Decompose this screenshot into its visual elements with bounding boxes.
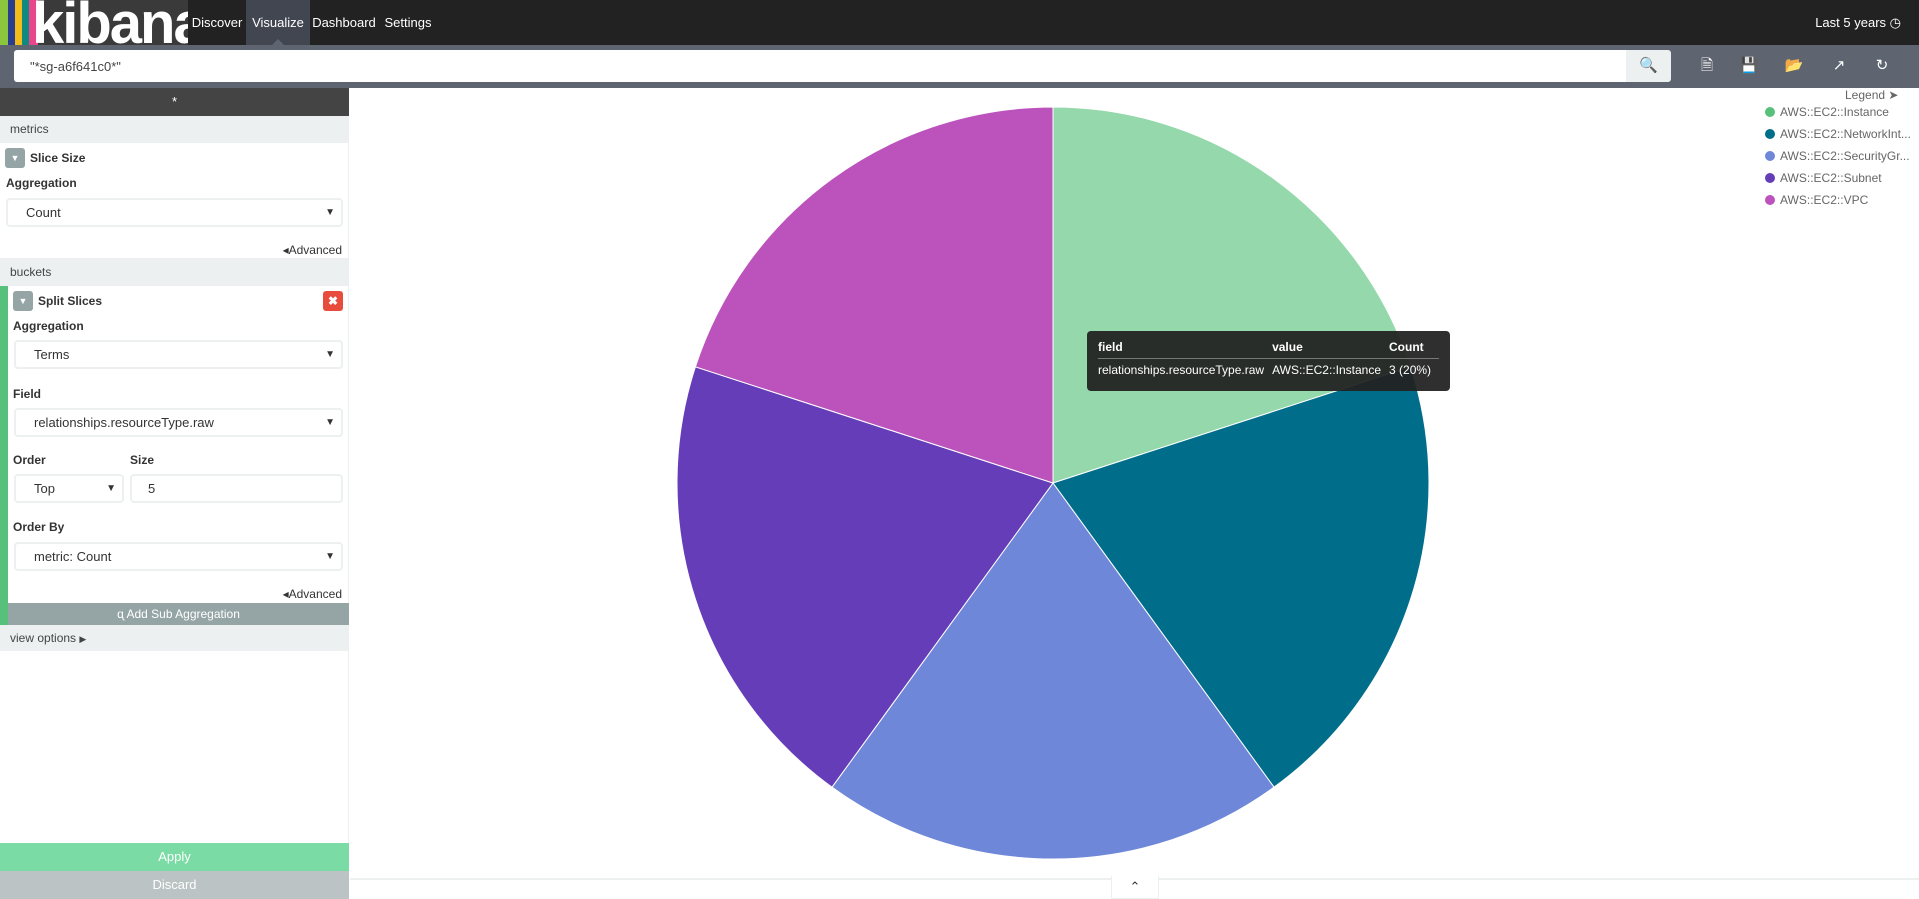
legend-swatch-icon xyxy=(1765,129,1775,139)
legend-item[interactable]: AWS::EC2::Subnet xyxy=(1765,171,1882,185)
legend-item[interactable]: AWS::EC2::NetworkInt... xyxy=(1765,127,1911,141)
spy-toggle-button[interactable]: ⌃ xyxy=(1111,876,1159,899)
chart-tooltip: field value Count relationships.resourceTy… xyxy=(1087,331,1450,391)
tooltip-header-field: field xyxy=(1098,340,1273,359)
pie-chart xyxy=(676,106,1430,860)
legend-label: AWS::EC2::Instance xyxy=(1780,105,1889,119)
legend-item[interactable]: AWS::EC2::Instance xyxy=(1765,105,1889,119)
legend-swatch-icon xyxy=(1765,195,1775,205)
tooltip-header-count: Count xyxy=(1389,340,1440,359)
tooltip-count: 3 (20%) xyxy=(1389,363,1432,377)
legend-label: AWS::EC2::SecurityGr... xyxy=(1780,149,1910,163)
legend-label: AWS::EC2::NetworkInt... xyxy=(1780,127,1911,141)
legend-swatch-icon xyxy=(1765,173,1775,183)
tooltip-field: relationships.resourceType.raw xyxy=(1098,363,1265,377)
legend-item[interactable]: AWS::EC2::SecurityGr... xyxy=(1765,149,1910,163)
tooltip-header-value: value xyxy=(1272,340,1390,359)
arrow-circle-right-icon: ➤ xyxy=(1888,88,1899,102)
legend-swatch-icon xyxy=(1765,151,1775,161)
legend-item[interactable]: AWS::EC2::VPC xyxy=(1765,193,1868,207)
legend-title: Legend xyxy=(1845,88,1886,102)
legend-label: AWS::EC2::VPC xyxy=(1780,193,1869,207)
chevron-up-icon: ⌃ xyxy=(1129,879,1141,894)
legend-swatch-icon xyxy=(1765,107,1775,117)
tooltip-value: AWS::EC2::Instance xyxy=(1272,363,1382,377)
legend-label: AWS::EC2::Subnet xyxy=(1780,171,1882,185)
legend-toggle[interactable]: Legend ➤ xyxy=(1845,88,1898,102)
